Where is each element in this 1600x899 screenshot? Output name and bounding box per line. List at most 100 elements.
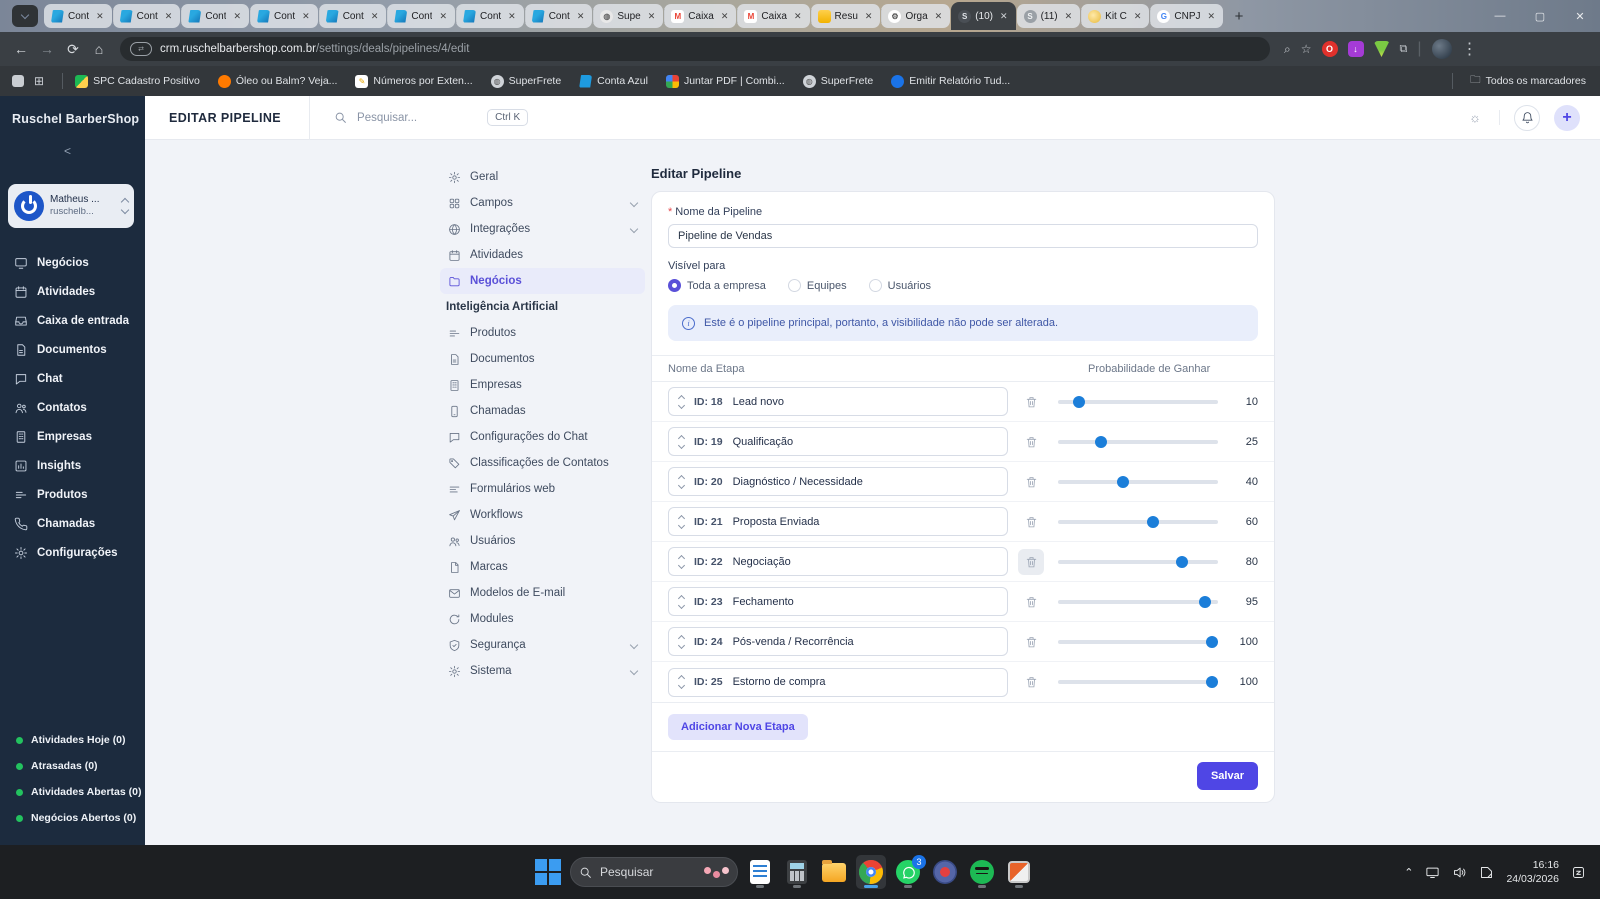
browser-tab[interactable]: ⚙ Orga ✕ — [881, 4, 953, 28]
bookmark-item[interactable]: Óleo ou Balm? Veja... — [217, 74, 337, 88]
sidebar-item-chamadas[interactable]: Chamadas — [0, 509, 145, 538]
sidebar-item-caixa-de-entrada[interactable]: Caixa de entrada — [0, 306, 145, 335]
sidebar-item-produtos[interactable]: Produtos — [0, 480, 145, 509]
taskbar-spotify[interactable] — [967, 855, 997, 889]
stage-name-input[interactable]: ID: 24 Pós-venda / Recorrência — [668, 627, 1008, 656]
browser-tab[interactable]: Kit C ✕ — [1081, 4, 1152, 28]
delete-stage-button[interactable] — [1018, 389, 1044, 415]
extension-adblock-icon[interactable]: O — [1321, 41, 1338, 57]
theme-toggle-icon[interactable]: ☼ — [1469, 110, 1500, 125]
browser-tab[interactable]: G CNPJ ✕ — [1150, 4, 1224, 28]
bookmark-item[interactable]: Emitir Relatório Tud... — [891, 74, 1010, 88]
taskbar-chrome[interactable] — [856, 855, 886, 889]
browser-tab[interactable]: S (11) ✕ — [1016, 4, 1083, 28]
tab-close-icon[interactable]: ✕ — [299, 11, 313, 22]
settings-item-sistema[interactable]: Sistema — [440, 658, 645, 684]
probability-slider[interactable] — [1058, 395, 1218, 408]
sidebar-item-insights[interactable]: Insights — [0, 451, 145, 480]
drag-handle-icon[interactable] — [677, 394, 686, 409]
drag-handle-icon[interactable] — [677, 474, 686, 489]
browser-tab[interactable]: Cont ✕ — [524, 4, 595, 28]
sidebar-item-negocios[interactable]: Negócios — [0, 248, 145, 277]
settings-item-marcas[interactable]: Marcas — [440, 554, 645, 580]
tab-close-icon[interactable]: ✕ — [997, 11, 1011, 22]
bookmark-star-icon[interactable]: ☆ — [1301, 42, 1312, 56]
tray-monitor-icon[interactable] — [1425, 865, 1440, 880]
bookmark-item[interactable]: ◍ SuperFrete — [802, 74, 873, 88]
back-button[interactable]: ← — [8, 41, 34, 57]
browser-tab[interactable]: M Caixa ✕ — [737, 4, 812, 28]
taskbar-file-explorer[interactable] — [819, 855, 849, 889]
bookmark-item[interactable]: Juntar PDF | Combi... — [665, 74, 785, 88]
drag-handle-icon[interactable] — [677, 594, 686, 609]
new-tab-button[interactable]: + — [1228, 5, 1250, 27]
sidebar-item-atividades[interactable]: Atividades — [0, 277, 145, 306]
tab-close-icon[interactable]: ✕ — [932, 11, 946, 22]
slider-handle[interactable] — [1206, 676, 1218, 688]
settings-item-modelos-de-email[interactable]: Modelos de E-mail — [440, 580, 645, 606]
extension-adguard-icon[interactable] — [1373, 41, 1390, 57]
radio-usuarios[interactable]: Usuários — [868, 279, 931, 292]
settings-item-classificacoes-de-contatos[interactable]: Classificações de Contatos — [440, 450, 645, 476]
radio-equipes[interactable]: Equipes — [787, 279, 847, 292]
settings-item-modules[interactable]: Modules — [440, 606, 645, 632]
settings-section-inteligencia-artificial[interactable]: Inteligência Artificial — [440, 294, 645, 320]
settings-item-negocios[interactable]: Negócios — [440, 268, 645, 294]
bookmark-item[interactable]: ◍ SuperFrete — [490, 74, 561, 88]
tab-close-icon[interactable]: ✕ — [436, 11, 450, 22]
quick-add-button[interactable]: + — [1554, 104, 1580, 131]
settings-item-empresas[interactable]: Empresas — [440, 372, 645, 398]
slider-handle[interactable] — [1072, 395, 1085, 408]
extension-download-icon[interactable]: ↓ — [1347, 41, 1364, 57]
slider-handle[interactable] — [1146, 515, 1159, 528]
window-minimize-button[interactable]: — — [1480, 10, 1520, 22]
browser-tab[interactable]: ◍ Supe ✕ — [593, 4, 666, 28]
browser-tab[interactable]: Cont ✕ — [112, 4, 183, 28]
drag-handle-icon[interactable] — [677, 514, 686, 529]
probability-slider[interactable] — [1058, 435, 1218, 448]
probability-slider[interactable] — [1058, 475, 1218, 488]
probability-slider[interactable] — [1058, 676, 1218, 688]
sidebar-item-documentos[interactable]: Documentos — [0, 335, 145, 364]
tab-close-icon[interactable]: ✕ — [1062, 11, 1076, 22]
global-search[interactable]: Pesquisar... Ctrl K — [334, 109, 529, 126]
pipeline-name-input[interactable] — [668, 224, 1258, 248]
settings-item-workflows[interactable]: Workflows — [440, 502, 645, 528]
browser-tab[interactable]: Cont ✕ — [387, 4, 458, 28]
taskbar-snipping-tool[interactable] — [1004, 855, 1034, 889]
sidebar-item-empresas[interactable]: Empresas — [0, 422, 145, 451]
tab-close-icon[interactable]: ✕ — [230, 11, 244, 22]
status-atividades-hoje[interactable]: Atividades Hoje (0) — [0, 727, 145, 753]
status-atividades-abertas[interactable]: Atividades Abertas (0) — [0, 779, 145, 805]
sidebar-item-configuracoes[interactable]: Configurações — [0, 538, 145, 567]
sidebar-collapse-button[interactable]: < — [64, 144, 71, 158]
side-panel-icon[interactable] — [12, 75, 24, 87]
status-atrasadas[interactable]: Atrasadas (0) — [0, 753, 145, 779]
drag-handle-icon[interactable] — [677, 434, 686, 449]
forward-button[interactable]: → — [34, 41, 60, 57]
reload-button[interactable]: ⟳ — [60, 41, 86, 58]
zoom-icon[interactable]: ⌕ — [1284, 42, 1291, 57]
stage-name-input[interactable]: ID: 23 Fechamento — [668, 587, 1008, 616]
sidebar-item-chat[interactable]: Chat — [0, 364, 145, 393]
site-settings-icon[interactable]: ⇄ — [130, 42, 152, 56]
browser-tab[interactable]: Cont ✕ — [250, 4, 320, 28]
settings-item-atividades[interactable]: Atividades — [440, 242, 645, 268]
browser-tab[interactable]: Cont ✕ — [318, 4, 389, 28]
browser-tab[interactable]: Cont ✕ — [44, 4, 114, 28]
settings-item-integracoes[interactable]: Integrações — [440, 216, 645, 242]
sidebar-item-contatos[interactable]: Contatos — [0, 393, 145, 422]
tab-close-icon[interactable]: ✕ — [574, 11, 588, 22]
tab-close-icon[interactable]: ✕ — [505, 11, 519, 22]
tab-search-chevron-button[interactable] — [12, 5, 38, 27]
taskbar-whatsapp[interactable]: 3 — [893, 855, 926, 889]
browser-tab-active[interactable]: S (10) ✕ — [951, 2, 1016, 30]
delete-stage-button[interactable] — [1018, 509, 1044, 535]
tray-notifications-icon[interactable] — [1571, 865, 1586, 880]
drag-handle-icon[interactable] — [677, 674, 686, 690]
address-bar[interactable]: ⇄ crm.ruschelbarbershop.com.br/settings/… — [120, 37, 1270, 61]
stage-name-input[interactable]: ID: 19 Qualificação — [668, 427, 1008, 456]
tab-close-icon[interactable]: ✕ — [1205, 11, 1219, 22]
stage-name-input[interactable]: ID: 20 Diagnóstico / Necessidade — [668, 467, 1008, 496]
taskbar-search[interactable]: Pesquisar — [570, 857, 738, 887]
